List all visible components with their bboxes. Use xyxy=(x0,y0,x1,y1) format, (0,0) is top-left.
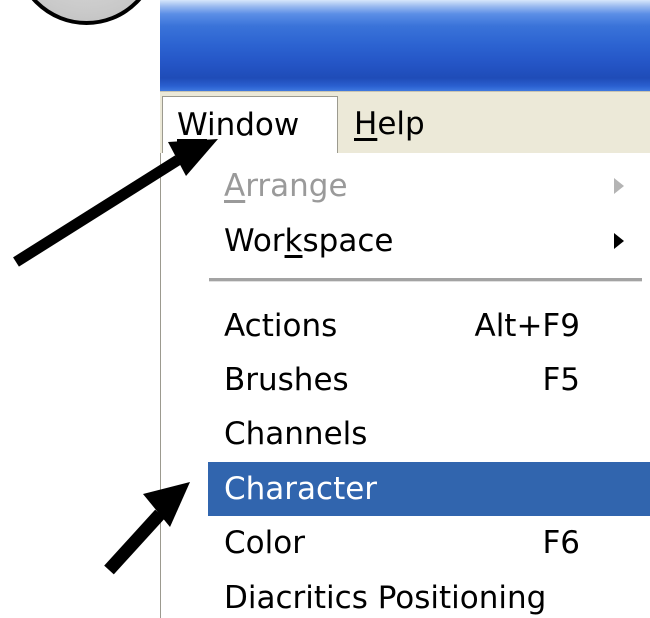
menu-item-label: Character xyxy=(224,471,378,507)
menu-item-workspace[interactable]: Workspace xyxy=(208,214,650,268)
menu-separator xyxy=(209,278,642,282)
menu-item-label: Brushes xyxy=(224,362,349,398)
menu-help-mnemonic: H xyxy=(354,106,378,142)
zoom-circle-decoration xyxy=(14,0,159,25)
menu-item-label: Arrange xyxy=(224,168,348,204)
menu-bar: Window Help xyxy=(160,91,650,154)
menu-item-channels[interactable]: Channels xyxy=(208,407,650,461)
menu-item-label: Actions xyxy=(224,308,338,344)
submenu-arrow-icon xyxy=(614,233,624,249)
menu-item-color[interactable]: Color F6 xyxy=(208,516,650,570)
menu-item-label: Diacritics Positioning xyxy=(224,580,547,616)
menu-item-brushes[interactable]: Brushes F5 xyxy=(208,353,650,407)
menu-help[interactable]: Help xyxy=(340,96,439,152)
menu-item-actions[interactable]: Actions Alt+F9 xyxy=(208,299,650,353)
menu-item-label: Color xyxy=(224,525,305,561)
submenu-arrow-icon xyxy=(614,178,624,194)
menu-item-shortcut: F6 xyxy=(542,525,580,561)
menu-item-arrange[interactable]: Arrange xyxy=(208,159,650,213)
menu-item-label: Channels xyxy=(224,416,368,452)
menu-window[interactable]: Window xyxy=(162,96,338,154)
menu-item-label: Workspace xyxy=(224,223,394,259)
menu-window-mnemonic: W xyxy=(177,107,207,143)
window-menu-dropdown: Arrange Workspace Actions Alt+F9 Brushes… xyxy=(160,153,650,618)
menu-item-shortcut: Alt+F9 xyxy=(474,308,580,344)
menu-item-mnemonic: A xyxy=(224,168,246,204)
title-bar[interactable] xyxy=(160,0,650,91)
menu-item-shortcut: F5 xyxy=(542,362,580,398)
menu-window-label: indow xyxy=(206,107,300,143)
menu-item-character[interactable]: Character xyxy=(208,462,650,516)
screenshot-stage: Window Help Arrange Workspace Actions Al… xyxy=(0,0,650,618)
menu-item-mnemonic: k xyxy=(284,223,303,259)
menu-help-label: elp xyxy=(377,106,425,142)
menu-item-diacritics-positioning[interactable]: Diacritics Positioning xyxy=(208,571,650,618)
